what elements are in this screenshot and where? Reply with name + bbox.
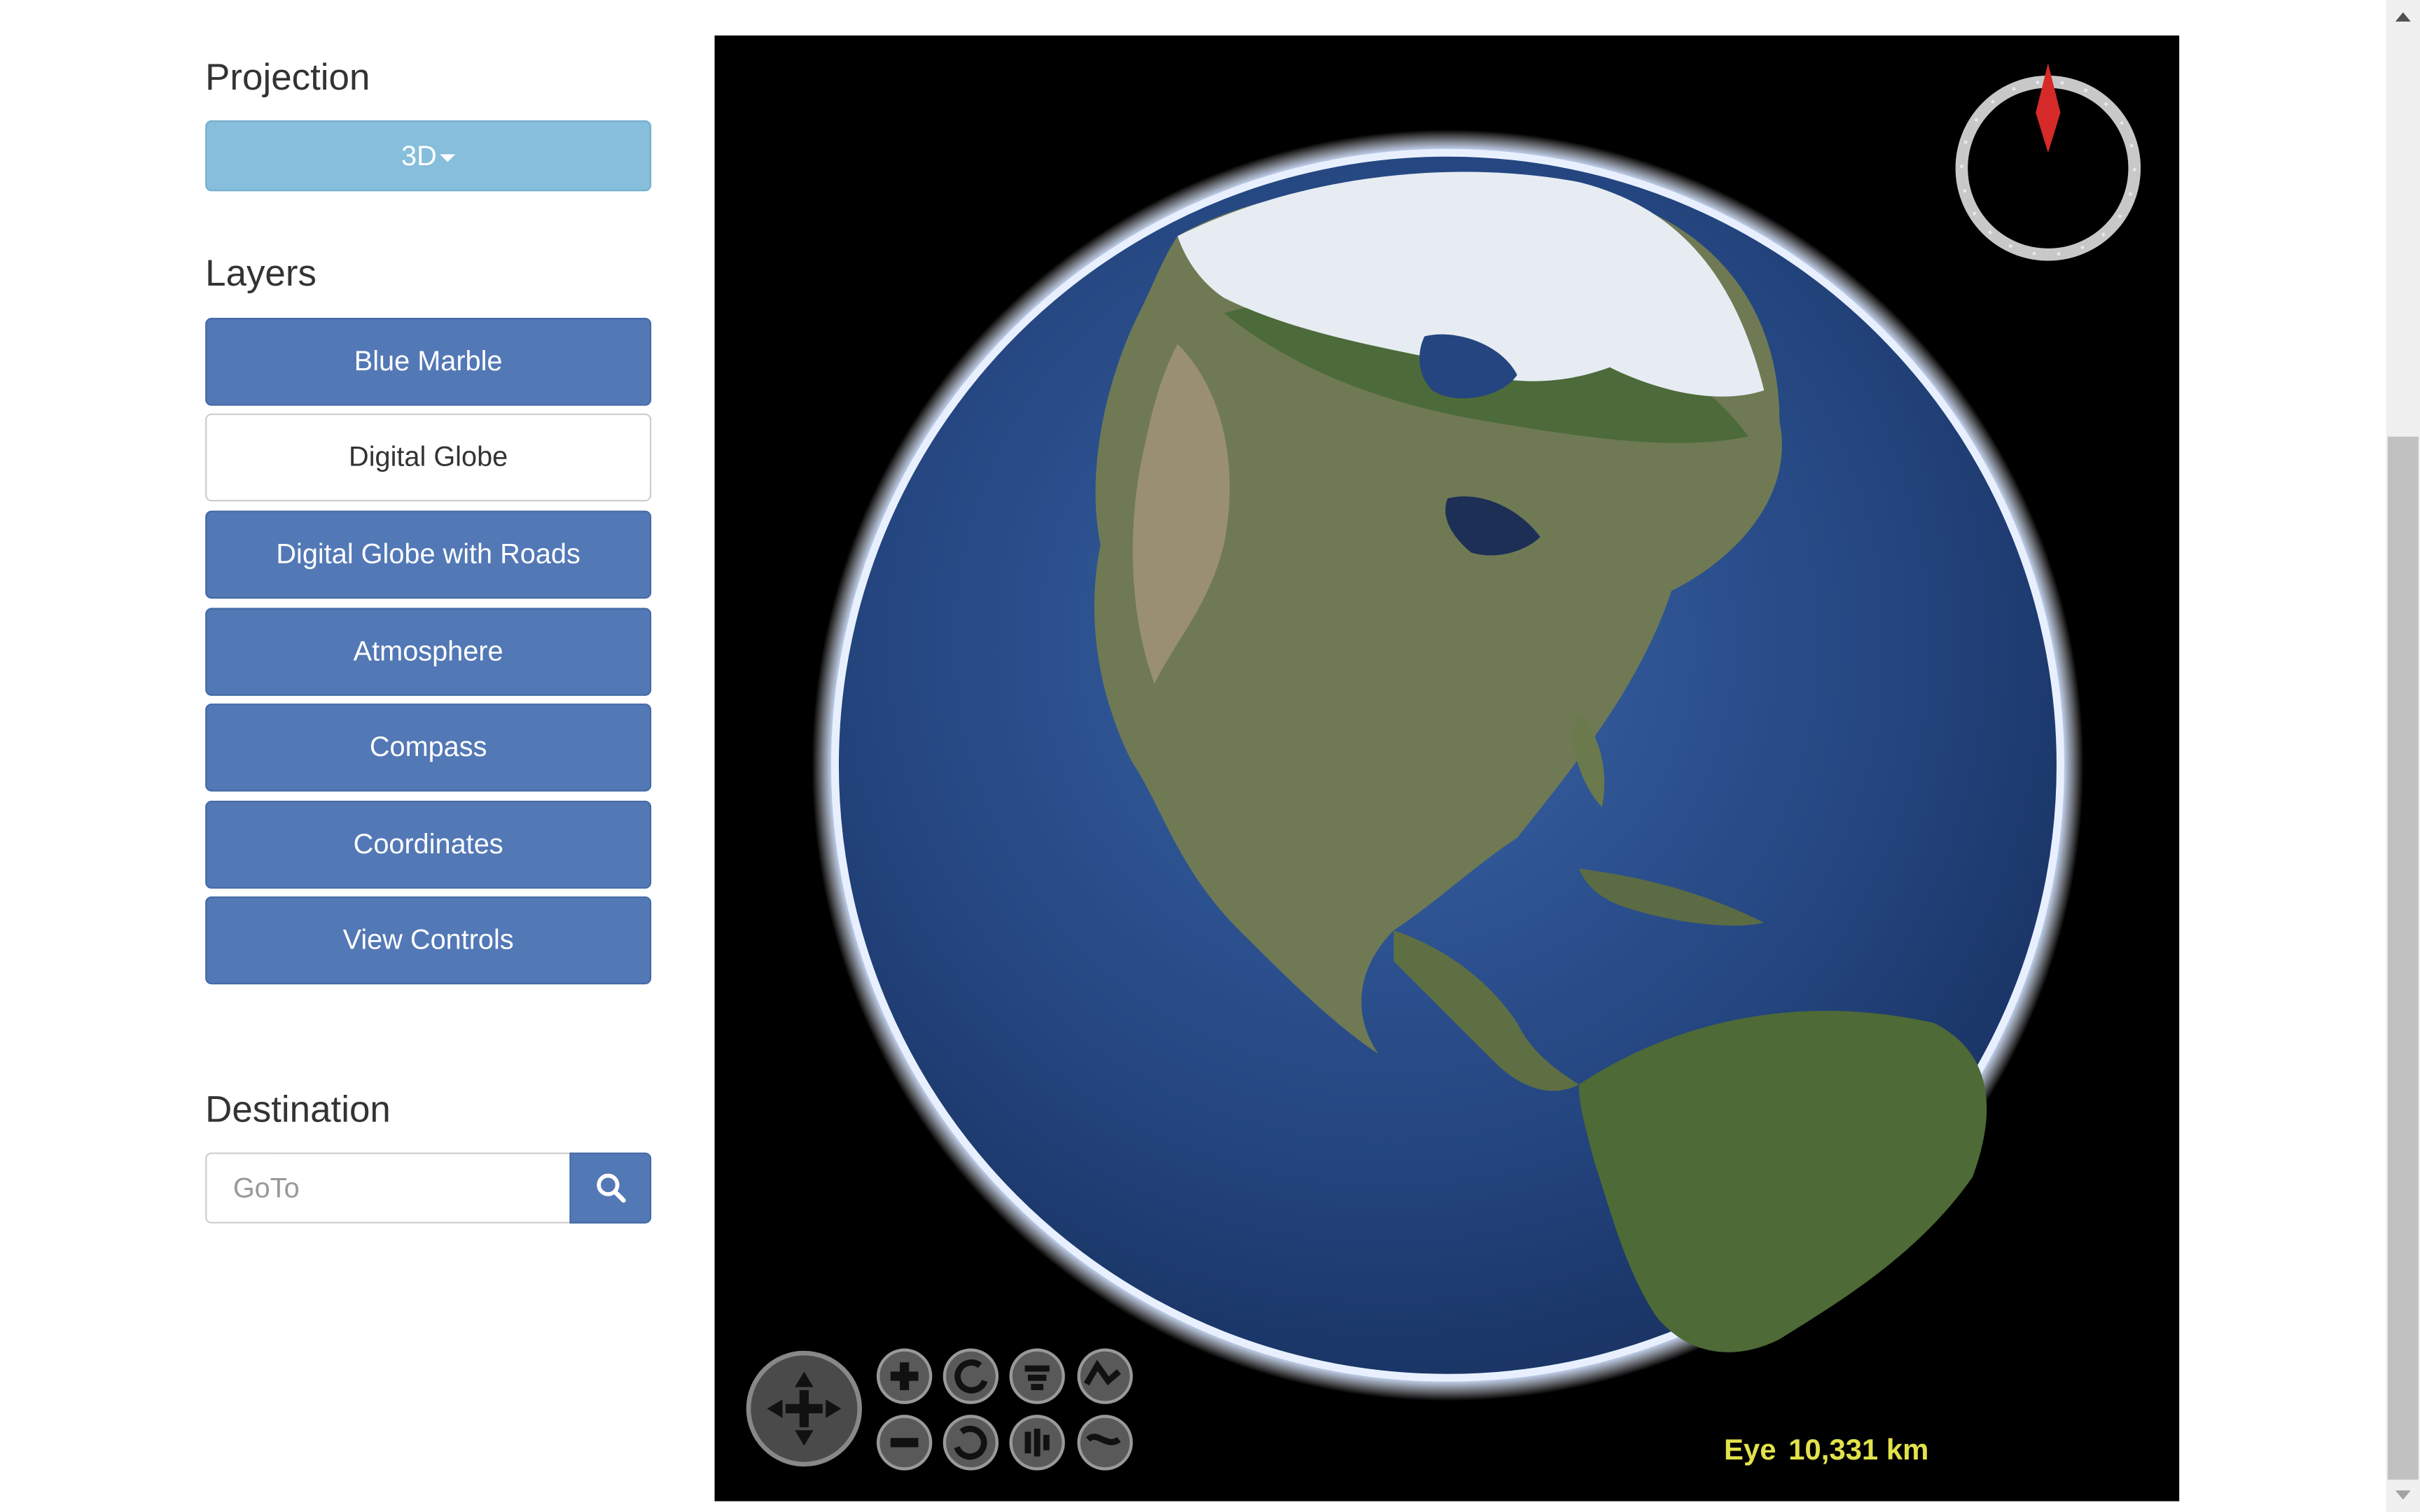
layer-digital-globe-button[interactable]: Digital Globe [205, 413, 652, 502]
scroll-down-icon[interactable] [2386, 1481, 2420, 1509]
search-icon [596, 1173, 625, 1203]
eye-value: 10,331 km [1788, 1434, 1929, 1468]
layer-atmosphere-button[interactable]: Atmosphere [205, 608, 652, 696]
pan-icon[interactable] [746, 1350, 862, 1466]
scroll-up-icon[interactable] [2386, 3, 2420, 31]
eye-label: Eye [1723, 1434, 1776, 1468]
tilt-down-icon[interactable] [1009, 1415, 1065, 1471]
view-controls [746, 1348, 1133, 1471]
compass-icon[interactable] [1955, 63, 2141, 261]
goto-input[interactable] [205, 1152, 570, 1224]
eye-altitude-readout: Eye 10,331 km [1724, 1435, 1941, 1469]
zoom-out-icon[interactable] [876, 1415, 933, 1471]
destination-title: Destination [205, 1089, 391, 1131]
layer-blue-marble-button[interactable]: Blue Marble [205, 318, 652, 406]
projection-dropdown[interactable]: 3D [205, 120, 652, 192]
projection-selected: 3D [401, 139, 437, 171]
fov-wide-icon[interactable] [1077, 1348, 1133, 1404]
layer-digital-globe-roads-button[interactable]: Digital Globe with Roads [205, 510, 652, 599]
zoom-in-icon[interactable] [876, 1348, 933, 1404]
layer-compass-button[interactable]: Compass [205, 704, 652, 792]
rotate-ccw-icon[interactable] [943, 1348, 999, 1404]
search-button[interactable] [569, 1152, 652, 1224]
goto-group [205, 1152, 652, 1224]
projection-title: Projection [205, 57, 370, 99]
caret-down-icon [440, 154, 456, 162]
rotate-cw-icon[interactable] [943, 1415, 999, 1471]
fov-narrow-icon[interactable] [1077, 1415, 1133, 1471]
globe-view[interactable]: Eye 10,331 km [714, 35, 2180, 1502]
layers-title: Layers [205, 253, 317, 295]
layer-view-controls-button[interactable]: View Controls [205, 896, 652, 985]
globe-canvas[interactable] [714, 36, 2179, 1502]
scrollbar-thumb[interactable] [2387, 436, 2419, 1480]
tilt-up-icon[interactable] [1009, 1348, 1065, 1404]
layer-coordinates-button[interactable]: Coordinates [205, 800, 652, 889]
